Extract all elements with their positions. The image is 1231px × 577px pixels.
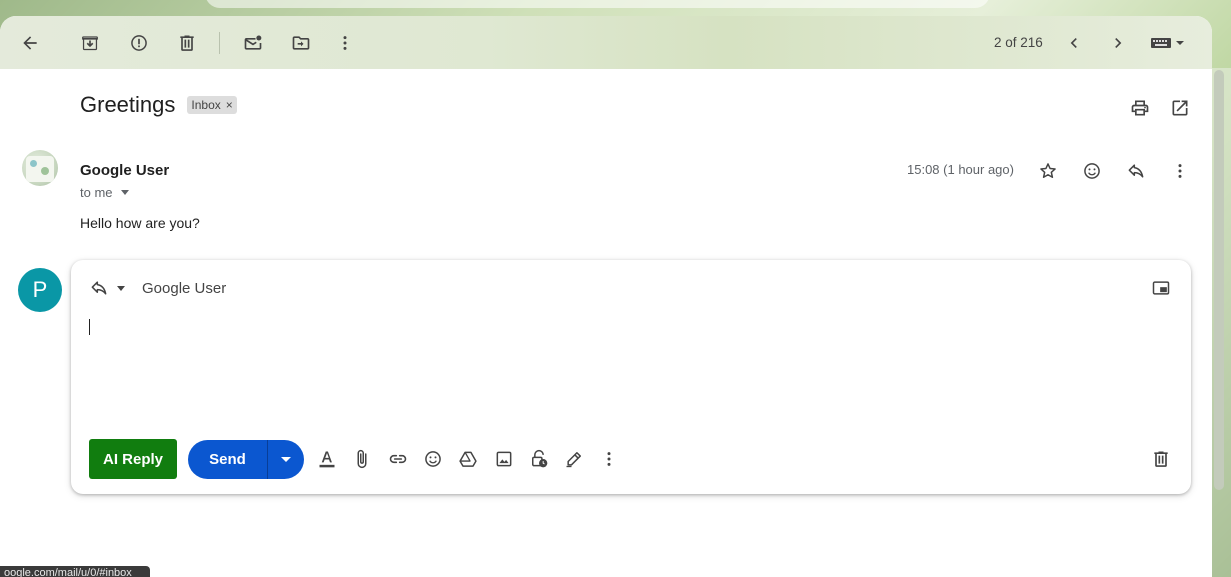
- reply-recipient[interactable]: Google User: [142, 280, 226, 297]
- chevron-down-icon: [117, 285, 125, 291]
- pop-out-reply-button[interactable]: [1149, 276, 1173, 300]
- chevron-down-icon: [281, 457, 291, 462]
- more-vert-icon: [343, 36, 347, 50]
- search-bar-remnant: [205, 0, 990, 8]
- scrollbar-thumb[interactable]: [1214, 70, 1224, 490]
- back-arrow-icon: [23, 36, 37, 50]
- chevron-right-icon: [1115, 38, 1122, 48]
- sender-name[interactable]: Google User: [80, 162, 169, 179]
- text-cursor: [89, 319, 90, 335]
- input-tools-button[interactable]: [1146, 29, 1188, 57]
- star-button[interactable]: [1036, 159, 1060, 183]
- reply-body-editor[interactable]: [85, 312, 1175, 428]
- lock-clock-icon: [532, 449, 548, 468]
- recipient-details-toggle[interactable]: to me: [80, 185, 129, 200]
- move-to-icon: [292, 36, 310, 50]
- open-in-new-icon: [1172, 100, 1188, 116]
- reply-type-menu[interactable]: [89, 278, 125, 298]
- reply-icon: [91, 281, 107, 295]
- message-timestamp: 15:08 (1 hour ago): [907, 162, 1014, 177]
- status-bar-url: oogle.com/mail/u/0/#inbox: [0, 566, 150, 577]
- mail-view: 2 of 216 Greetings Inbox × Google User t…: [0, 16, 1212, 577]
- star-icon: [1040, 163, 1056, 178]
- ai-reply-button[interactable]: AI Reply: [89, 439, 177, 479]
- sender-avatar[interactable]: [22, 150, 58, 186]
- keyboard-icon: [1151, 38, 1184, 48]
- label-chip-inbox[interactable]: Inbox ×: [187, 96, 237, 114]
- more-vert-icon: [607, 452, 611, 466]
- insert-emoji-button[interactable]: [421, 447, 445, 471]
- chevron-down-icon: [120, 190, 129, 195]
- trash-icon: [1154, 451, 1168, 467]
- recipient-summary: to me: [80, 185, 113, 200]
- formatting-options-button[interactable]: [315, 447, 339, 471]
- thread-subject: Greetings: [80, 92, 176, 117]
- my-avatar: P: [18, 268, 62, 312]
- message-body: Hello how are you?: [80, 215, 200, 231]
- chevron-left-icon: [1070, 38, 1077, 48]
- reply-compose-card: Google User AI Reply Send: [71, 260, 1191, 494]
- newer-button[interactable]: [1059, 29, 1089, 57]
- remove-label-button[interactable]: ×: [226, 98, 233, 112]
- print-icon: [1131, 100, 1149, 116]
- insert-photo-button[interactable]: [492, 447, 516, 471]
- photo-icon: [496, 451, 512, 467]
- more-compose-options-button[interactable]: [597, 447, 621, 471]
- report-spam-icon: [131, 35, 147, 51]
- toolbar-divider: [219, 32, 220, 54]
- reply-icon: [1128, 164, 1144, 178]
- message-more-button[interactable]: [1168, 159, 1192, 183]
- text-format-icon: [319, 451, 335, 468]
- link-icon: [389, 454, 407, 464]
- open-new-window-button[interactable]: [1168, 96, 1192, 120]
- message-toolbar: 2 of 216: [0, 16, 1212, 69]
- google-drive-icon: [459, 451, 477, 467]
- insert-drive-button[interactable]: [456, 447, 480, 471]
- add-reaction-button[interactable]: [1080, 159, 1104, 183]
- send-button[interactable]: Send: [188, 440, 267, 479]
- trash-icon: [180, 35, 194, 51]
- pager-text: 2 of 216: [994, 35, 1043, 50]
- insert-link-button[interactable]: [386, 447, 410, 471]
- mark-unread-icon: [244, 35, 262, 50]
- mark-unread-button[interactable]: [238, 29, 268, 57]
- send-options-button[interactable]: [268, 440, 304, 479]
- reply-button[interactable]: [1124, 159, 1148, 183]
- confidential-mode-button[interactable]: [527, 447, 551, 471]
- back-button[interactable]: [15, 29, 45, 57]
- signature-pen-icon: [566, 452, 581, 468]
- subject-row: Greetings Inbox ×: [80, 92, 237, 118]
- attach-files-button[interactable]: [350, 447, 374, 471]
- emoji-icon: [1084, 163, 1100, 179]
- report-spam-button[interactable]: [124, 29, 154, 57]
- archive-icon: [82, 36, 98, 51]
- pop-out-icon: [1152, 281, 1170, 295]
- more-options-button[interactable]: [330, 29, 360, 57]
- delete-button[interactable]: [172, 29, 202, 57]
- label-chip-text: Inbox: [191, 98, 221, 112]
- attachment-icon: [357, 449, 367, 469]
- older-button[interactable]: [1103, 29, 1133, 57]
- emoji-icon: [425, 451, 441, 467]
- print-all-button[interactable]: [1128, 96, 1152, 120]
- insert-signature-button[interactable]: [562, 447, 586, 471]
- archive-button[interactable]: [75, 29, 105, 57]
- more-vert-icon: [1178, 164, 1182, 178]
- send-button-group: Send: [188, 440, 304, 479]
- move-to-button[interactable]: [286, 29, 316, 57]
- discard-draft-button[interactable]: [1149, 447, 1173, 471]
